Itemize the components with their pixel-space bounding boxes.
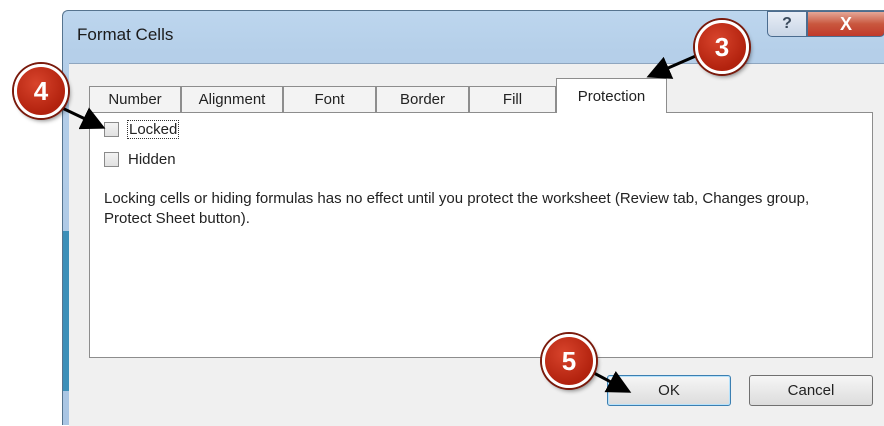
callout-arrows (59, 53, 699, 393)
callout-step-3: 3 (695, 20, 749, 74)
callout-step-5: 5 (542, 334, 596, 388)
callout-step-4: 4 (14, 64, 68, 118)
arrow-to-ok-button (591, 370, 632, 393)
arrow-to-locked-checkbox (59, 105, 106, 130)
arrow-to-protection-tab (646, 53, 699, 79)
